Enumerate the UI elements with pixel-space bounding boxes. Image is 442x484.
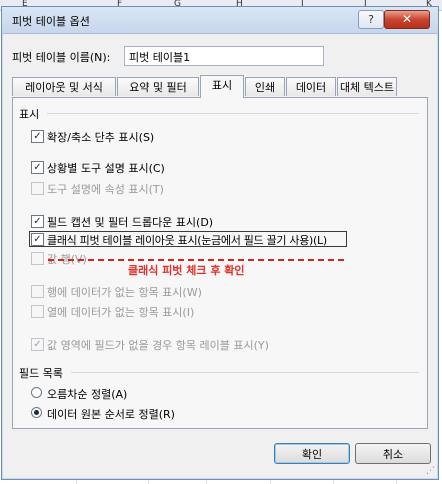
display-section-title: 표시 [19,108,40,121]
cancel-button[interactable]: 취소 [355,443,431,464]
checkbox [31,182,44,195]
ok-button[interactable]: 확인 [274,443,350,464]
tab-alt-text[interactable]: 대체 텍스트 [337,77,397,96]
tab-print[interactable]: 인쇄 [245,77,285,96]
section-divider [47,113,419,114]
pivot-name-label: 피벗 테이블 이름(N): [12,51,111,64]
help-button[interactable]: ? [358,10,384,29]
pivot-table-options-dialog: 피벗 테이블 옵션 ? ✕ 피벗 테이블 이름(N): 피벗 테이블1 레이아웃… [1,6,439,480]
checkbox [31,338,44,351]
option-label: 도구 설명에 속성 표시(T) [47,183,164,196]
option-label: 값 영역에 필드가 없을 경우 항목 레이블 표시(Y) [47,339,269,352]
annotation-dashed-line [48,259,344,261]
checkbox[interactable] [31,161,44,174]
section-divider [71,372,419,373]
option-label: 데이터 원본 순서로 정렬(R) [47,408,175,421]
pivot-name-input[interactable]: 피벗 테이블1 [124,46,324,66]
option-label: 오름차순 정렬(A) [47,388,128,401]
tab-display[interactable]: 표시 [200,75,244,98]
option-label: 확장/축소 단추 표시(S) [47,131,155,144]
option-label: 행에 데이터가 없는 항목 표시(W) [47,286,202,299]
tab-layout-format[interactable]: 레이아웃 및 서식 [12,77,116,96]
option-label: 클래식 피벗 테이블 레이아웃 표시(눈금에서 필드 끌기 사용)(L) [47,234,327,247]
tab-data[interactable]: 데이터 [286,77,336,96]
annotation-text: 클래식 피벗 체크 후 확인 [128,264,245,277]
resize-grip-icon[interactable]: ⋰ [426,466,435,476]
field-list-section-title: 필드 목록 [19,367,63,380]
radio-button[interactable] [31,407,42,418]
radio-button[interactable] [31,387,42,398]
checkbox[interactable] [31,215,44,228]
tab-summary-filter[interactable]: 요약 및 필터 [117,77,199,96]
checkbox [31,252,44,265]
tab-strip: 레이아웃 및 서식 요약 및 필터 표시 인쇄 데이터 대체 텍스트 [12,75,428,98]
option-label: 필드 캡션 및 필터 드롭다운 표시(D) [47,216,214,229]
dialog-titlebar[interactable]: 피벗 테이블 옵션 ? ✕ [2,7,438,34]
checkbox[interactable] [31,130,44,143]
checkbox [31,305,44,318]
checkbox [31,285,44,298]
checkbox[interactable] [31,233,44,246]
close-button[interactable]: ✕ [384,10,430,29]
option-label: 상황별 도구 설명 표시(C) [47,162,165,175]
dialog-title: 피벗 테이블 옵션 [12,15,90,28]
option-label: 열에 데이터가 없는 항목 표시(I) [47,306,195,319]
